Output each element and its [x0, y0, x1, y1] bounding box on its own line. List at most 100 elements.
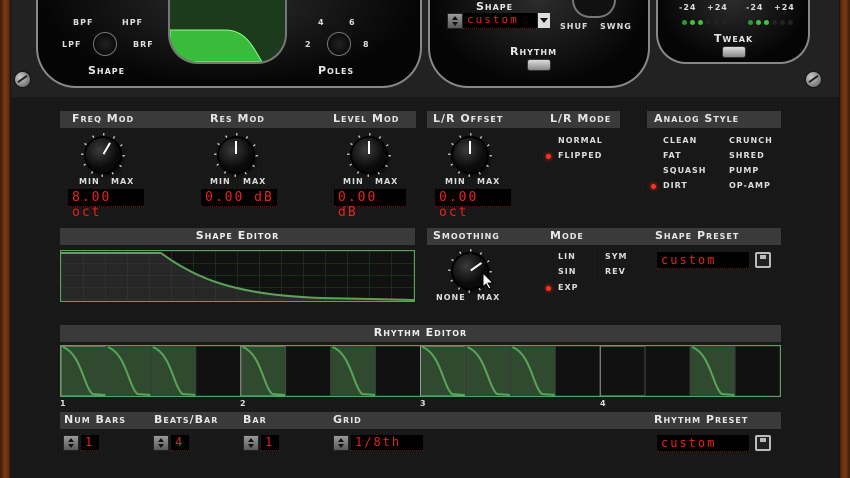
res-mod-value-field[interactable]: 0.00 dB	[201, 189, 277, 207]
bar-spinner[interactable]	[243, 435, 259, 451]
mode-option-lin[interactable]: LIN	[546, 252, 591, 264]
level-mod-value-field[interactable]: 0.00 dB	[334, 189, 406, 220]
led-icon	[593, 270, 598, 275]
num-bars-spinner[interactable]	[63, 435, 79, 451]
meter-label-2: +24	[707, 3, 728, 12]
freq-mod-min-label: MIN	[79, 177, 100, 186]
mode-option-rev[interactable]: REV	[593, 267, 638, 279]
lr-offset-value-field[interactable]: 0.00 oct	[435, 189, 511, 220]
mode-rev-label: REV	[605, 267, 626, 276]
led-icon	[717, 184, 722, 189]
analog-clean-label: CLEAN	[663, 136, 698, 145]
led-icon	[546, 255, 551, 260]
lr-offset-min-label: MIN	[445, 177, 466, 186]
lr-offset-max-label: MAX	[477, 177, 501, 186]
mode-exp-label: EXP	[558, 283, 579, 292]
plugin-window: BPF HPF LPF BRF Shape 4 6 2 8 Poles Shap…	[0, 0, 850, 478]
lr-mode-option-flipped[interactable]: FLIPPED	[546, 151, 616, 163]
shape-preset-field[interactable]: custom	[657, 252, 749, 269]
res-mod-max-label: MAX	[243, 177, 267, 186]
beats-bar-field[interactable]: 4	[171, 435, 189, 451]
rhythm-step[interactable]	[105, 346, 152, 396]
led-icon	[546, 270, 551, 275]
analog-style-option-op-amp[interactable]: OP-AMP	[717, 181, 779, 193]
lr-mode-option-normal[interactable]: NORMAL	[546, 136, 616, 148]
res-mod-knob[interactable]	[219, 138, 253, 172]
level-mod-min-label: MIN	[343, 177, 364, 186]
analog-style-option-crunch[interactable]: CRUNCH	[717, 136, 779, 148]
level-mod-max-label: MAX	[375, 177, 399, 186]
led-icon	[651, 184, 656, 189]
rhythm-step[interactable]	[330, 346, 377, 396]
rhythm-step[interactable]	[644, 346, 691, 396]
rhythm-step[interactable]	[285, 346, 332, 396]
analog-style-option-squash[interactable]: SQUASH	[651, 166, 713, 178]
analog-style-option-shred[interactable]: SHRED	[717, 151, 779, 163]
mode-option-sym[interactable]: SYM	[593, 252, 638, 264]
num-bars-field[interactable]: 1	[81, 435, 99, 451]
beats-bar-spinner[interactable]	[153, 435, 169, 451]
rhythm-step[interactable]	[509, 346, 556, 396]
rhythm-step[interactable]	[420, 346, 466, 396]
tweak-button[interactable]	[722, 46, 746, 58]
grid-label: Grid	[333, 413, 362, 426]
bar-number-2: 2	[240, 399, 247, 408]
rhythm-preset-label: Rhythm Preset	[654, 413, 749, 426]
rhythm-step[interactable]	[554, 346, 601, 396]
bar-field[interactable]: 1	[261, 435, 279, 451]
rhythm-step[interactable]	[689, 346, 736, 396]
filter-hpf-label: HPF	[122, 18, 144, 27]
analog-crunch-label: CRUNCH	[729, 136, 773, 145]
analog-squash-label: SQUASH	[663, 166, 707, 175]
analog-style-option-fat[interactable]: FAT	[651, 151, 713, 163]
mouse-cursor-icon	[482, 271, 496, 290]
bar-number-4: 4	[600, 399, 607, 408]
shape-editor-curve	[61, 251, 415, 301]
smoothing-none-label: NONE	[436, 293, 466, 302]
mode-option-sin[interactable]: SIN	[546, 267, 591, 279]
lr-offset-knob[interactable]	[453, 138, 487, 172]
poles-8-label: 8	[363, 40, 370, 49]
shape-spinner[interactable]	[447, 13, 463, 29]
analog-style-option-clean[interactable]: CLEAN	[651, 136, 713, 148]
analog-style-title: Analog Style	[654, 112, 740, 125]
save-rhythm-preset-icon[interactable]	[755, 435, 771, 451]
lr-offset-title: L/R Offset	[433, 112, 504, 125]
analog-style-option-dirt[interactable]: DIRT	[651, 181, 713, 193]
filter-type-switch[interactable]	[93, 32, 117, 56]
mode-title: Mode	[550, 229, 584, 242]
save-preset-icon[interactable]	[755, 252, 771, 268]
bar-number-1: 1	[60, 399, 67, 408]
rhythm-step[interactable]	[150, 346, 197, 396]
freq-mod-value-field[interactable]: 8.00 oct	[68, 189, 144, 220]
led-icon	[546, 154, 551, 159]
rhythm-step[interactable]	[195, 346, 242, 396]
shape-select-field[interactable]: custom	[463, 13, 537, 29]
rhythm-step[interactable]	[375, 346, 421, 396]
rhythm-editor-grid[interactable]	[60, 345, 781, 397]
meter-label-3: -24	[746, 3, 764, 12]
analog-dirt-label: DIRT	[663, 181, 688, 190]
shape-dropdown-icon[interactable]	[538, 13, 550, 28]
meter-label-1: -24	[679, 3, 697, 12]
level-mod-knob[interactable]	[352, 138, 386, 172]
led-icon	[717, 154, 722, 159]
grid-field[interactable]: 1/8th	[351, 435, 423, 451]
mode-sin-label: SIN	[558, 267, 577, 276]
mode-option-exp[interactable]: EXP	[546, 283, 591, 295]
rhythm-toggle-button[interactable]	[527, 59, 551, 71]
led-icon	[651, 169, 656, 174]
grid-spinner[interactable]	[333, 435, 349, 451]
bar-number-3: 3	[420, 399, 427, 408]
rhythm-step[interactable]	[61, 346, 107, 396]
poles-switch[interactable]	[327, 32, 351, 56]
analog-style-option-pump[interactable]: PUMP	[717, 166, 779, 178]
rhythm-preset-field[interactable]: custom	[657, 435, 749, 452]
rhythm-step[interactable]	[240, 346, 287, 396]
freq-mod-knob[interactable]	[86, 138, 120, 172]
rhythm-step[interactable]	[734, 346, 780, 396]
rhythm-label: Rhythm	[510, 45, 558, 58]
shape-editor-canvas[interactable]	[60, 250, 415, 302]
rhythm-step[interactable]	[599, 346, 646, 396]
rhythm-step[interactable]	[464, 346, 511, 396]
